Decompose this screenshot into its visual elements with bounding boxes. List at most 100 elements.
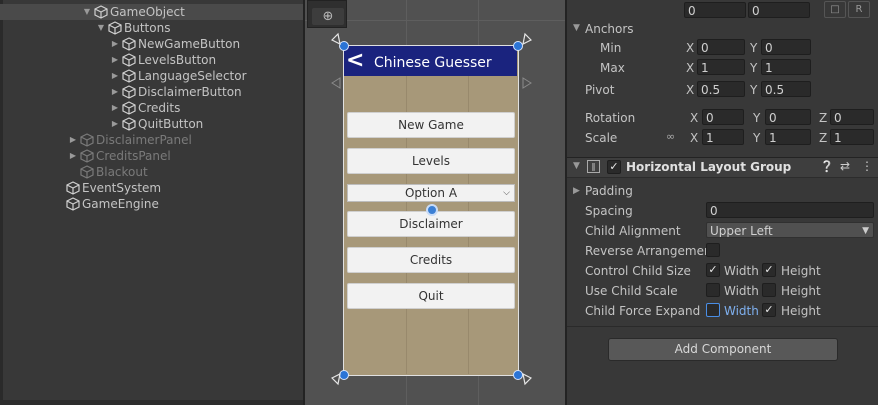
- anchor-markers: [330, 32, 533, 386]
- hierarchy-item[interactable]: ▶ Credits: [0, 100, 303, 116]
- axis-z-label: Z: [819, 131, 828, 145]
- axis-x-label: X: [690, 131, 699, 145]
- rotation-x-field[interactable]: 0: [702, 109, 744, 125]
- collapse-arrow-icon[interactable]: ▶: [110, 116, 120, 132]
- presets-icon[interactable]: ⇄: [840, 159, 850, 173]
- expand-height-label: Height: [781, 304, 821, 318]
- reverse-arrangement-checkbox[interactable]: [706, 243, 720, 257]
- pivot-x-field[interactable]: 0.5: [697, 81, 745, 97]
- hierarchy-item[interactable]: ▶ NewGameButton: [0, 36, 303, 52]
- use-child-scale-label: Use Child Scale: [585, 284, 678, 298]
- collapse-arrow-icon[interactable]: ▶: [110, 52, 120, 68]
- section-divider: [567, 326, 878, 327]
- collapse-arrow-icon[interactable]: ▶: [110, 68, 120, 84]
- hierarchy-item[interactable]: Blackout: [0, 164, 303, 180]
- expand-arrow-icon[interactable]: ▼: [82, 4, 92, 20]
- gameobject-cube-icon: [94, 5, 108, 19]
- control-width-checkbox[interactable]: ✓: [706, 263, 720, 277]
- offset-field-left[interactable]: 0: [684, 2, 746, 18]
- anchor-max-y-field[interactable]: 1: [761, 59, 811, 75]
- inspector-panel: 0 0 □ R ▼ Anchors Min X 0 Y 0 Max X 1 Y …: [567, 0, 878, 405]
- anchor-max-x-field[interactable]: 1: [697, 59, 745, 75]
- anchor-min-x-field[interactable]: 0: [697, 39, 745, 55]
- collapse-arrow-icon[interactable]: ▶: [110, 36, 120, 52]
- link-icon[interactable]: ∞: [666, 130, 675, 143]
- raw-edit-button[interactable]: R: [848, 1, 870, 18]
- scale-z-field[interactable]: 1: [830, 129, 874, 145]
- rotation-y-field[interactable]: 0: [765, 109, 811, 125]
- axis-x-label: X: [686, 41, 695, 55]
- hierarchy-item-label: NewGameButton: [138, 37, 241, 51]
- pivot-y-field[interactable]: 0.5: [761, 81, 811, 97]
- hierarchy-item-label: LanguageSelector: [138, 69, 247, 83]
- hierarchy-item-label: DisclaimerButton: [138, 85, 242, 99]
- hierarchy-item-label: QuitButton: [138, 117, 204, 131]
- hierarchy-item[interactable]: ▶ LanguageSelector: [0, 68, 303, 84]
- hierarchy-item[interactable]: ▶ DisclaimerButton: [0, 84, 303, 100]
- anchors-label: Anchors: [585, 22, 634, 36]
- hierarchy-item[interactable]: ▶ QuitButton: [0, 116, 303, 132]
- expand-arrow-icon[interactable]: ▼: [96, 20, 106, 36]
- axis-x-label: X: [690, 111, 699, 125]
- hierarchy-scrollbar[interactable]: [0, 400, 303, 405]
- child-alignment-dropdown[interactable]: Upper Left ▼: [706, 222, 874, 238]
- gameobject-cube-icon: [122, 101, 136, 115]
- rotation-label: Rotation: [585, 111, 636, 125]
- component-enabled-checkbox[interactable]: ✓: [607, 160, 621, 174]
- collapse-arrow-icon[interactable]: ▶: [110, 100, 120, 116]
- scene-view[interactable]: ⊕ < Chinese Guesser New Game Levels Opti…: [305, 0, 565, 405]
- expand-width-checkbox[interactable]: [706, 303, 720, 317]
- gameobject-cube-icon: [122, 85, 136, 99]
- padding-foldout-arrow[interactable]: ▶: [573, 186, 580, 196]
- gameobject-cube-icon: [80, 133, 94, 147]
- axis-y-label: Y: [750, 41, 758, 55]
- add-component-button[interactable]: Add Component: [608, 338, 838, 361]
- hierarchy-item-label: Blackout: [96, 165, 148, 179]
- anchor-min-y-field[interactable]: 0: [761, 39, 811, 55]
- hierarchy-item-label: GameObject: [110, 5, 185, 19]
- child-alignment-value: Upper Left: [710, 224, 773, 238]
- component-foldout-arrow[interactable]: ▼: [573, 161, 580, 171]
- more-options-icon[interactable]: ⋮: [861, 159, 873, 173]
- hierarchy-item[interactable]: EventSystem: [0, 180, 303, 196]
- offset-field-right[interactable]: 0: [748, 2, 810, 18]
- component-header[interactable]: ▼ ‖ ✓ Horizontal Layout Group ❔ ⇄ ⋮: [567, 157, 878, 178]
- axis-x-label: X: [686, 61, 695, 75]
- hierarchy-item[interactable]: ▶ DisclaimerPanel: [0, 132, 303, 148]
- control-height-checkbox[interactable]: ✓: [762, 263, 776, 277]
- expand-width-label: Width: [724, 304, 759, 318]
- gameobject-cube-icon: [108, 21, 122, 35]
- hierarchy-panel: ▼ GameObject ▼ Buttons ▶ NewGameButton ▶ Levels…: [0, 0, 303, 405]
- blueprint-mode-icon[interactable]: □: [824, 1, 846, 18]
- hierarchy-item[interactable]: ▶ LevelsButton: [0, 52, 303, 68]
- help-icon[interactable]: ❔: [820, 160, 834, 173]
- min-label: Min: [600, 41, 622, 55]
- collapse-arrow-icon[interactable]: ▶: [68, 148, 78, 164]
- axis-y-label: Y: [750, 83, 758, 97]
- layout-group-icon: ‖: [587, 160, 600, 173]
- scale-height-label: Height: [781, 284, 821, 298]
- control-height-label: Height: [781, 264, 821, 278]
- scale-x-field[interactable]: 1: [702, 129, 744, 145]
- anchors-foldout-arrow[interactable]: ▼: [573, 23, 580, 33]
- padding-label[interactable]: Padding: [585, 184, 633, 198]
- child-force-expand-label: Child Force Expand: [585, 304, 701, 318]
- hierarchy-item[interactable]: GameEngine: [0, 196, 303, 212]
- scale-y-field[interactable]: 1: [765, 129, 811, 145]
- control-child-size-label: Control Child Size: [585, 264, 691, 278]
- gameobject-cube-icon: [122, 117, 136, 131]
- hierarchy-item[interactable]: ▼ GameObject: [0, 4, 303, 20]
- hierarchy-item-label: DisclaimerPanel: [96, 133, 192, 147]
- spacing-field[interactable]: 0: [706, 202, 874, 218]
- expand-height-checkbox[interactable]: ✓: [762, 303, 776, 317]
- hierarchy-item[interactable]: ▶ CreditsPanel: [0, 148, 303, 164]
- gameobject-cube-icon: [80, 149, 94, 163]
- collapse-arrow-icon[interactable]: ▶: [110, 84, 120, 100]
- scale-height-checkbox[interactable]: [762, 283, 776, 297]
- rotation-z-field[interactable]: 0: [830, 109, 874, 125]
- component-title: Horizontal Layout Group: [626, 160, 792, 174]
- gameobject-cube-icon: [122, 37, 136, 51]
- collapse-arrow-icon[interactable]: ▶: [68, 132, 78, 148]
- scale-width-checkbox[interactable]: [706, 283, 720, 297]
- hierarchy-item[interactable]: ▼ Buttons: [0, 20, 303, 36]
